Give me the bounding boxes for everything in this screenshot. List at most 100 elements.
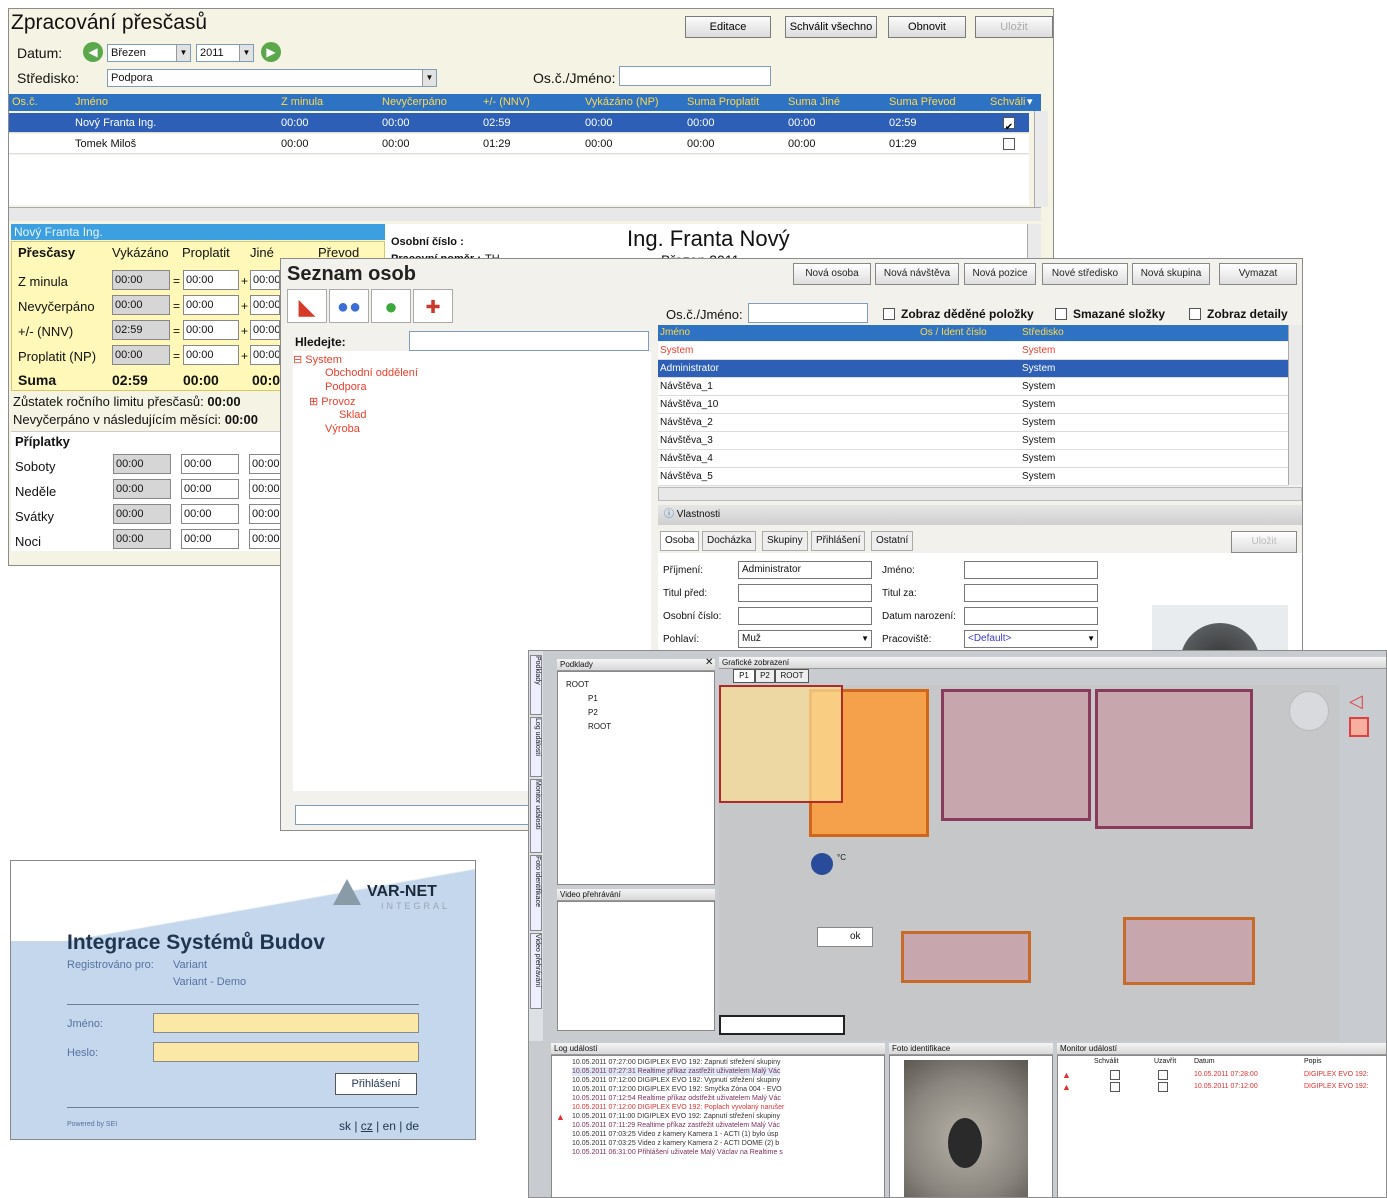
gender-select[interactable]: Muž ▼ — [738, 630, 872, 648]
edit-button[interactable]: Editace — [685, 16, 771, 38]
tree-item[interactable]: P2 — [588, 708, 598, 717]
log-entry[interactable]: 10.05.2011 07:12:54 Realtime příkaz odst… — [572, 1094, 781, 1103]
refresh-button[interactable]: Obnovit — [888, 16, 966, 38]
log-entry[interactable]: 10.05.2011 07:12:00 DIGIPLEX EVO 192: Po… — [572, 1103, 784, 1112]
grid-scrollbar[interactable] — [1034, 111, 1048, 207]
details-checkbox[interactable] — [1189, 308, 1201, 320]
pay-field[interactable]: 00:00 — [183, 345, 239, 365]
col-approve[interactable]: Schválit — [1094, 1058, 1119, 1065]
lang-sk[interactable]: sk — [339, 1119, 351, 1133]
approve-all-button[interactable]: Schválit všechno — [785, 16, 877, 38]
bonus-field[interactable]: 00:00 — [249, 529, 283, 549]
search-input[interactable] — [619, 66, 771, 86]
filter-input[interactable] — [748, 303, 868, 323]
tree-item[interactable]: Obchodní oddělení — [325, 367, 418, 379]
password-input[interactable] — [153, 1042, 419, 1062]
col-name[interactable]: Jméno — [75, 94, 108, 111]
temp-ok-button[interactable]: ok — [817, 927, 873, 947]
close-checkbox[interactable] — [1158, 1070, 1168, 1080]
pay-field[interactable]: 00:00 — [183, 320, 239, 340]
tree-item-provoz[interactable]: ⊞ Provoz — [309, 395, 356, 408]
other-field[interactable]: 00:00 — [250, 295, 280, 315]
new-group-button[interactable]: Nová skupina — [1132, 263, 1210, 285]
tree-item[interactable]: Podpora — [325, 381, 367, 393]
grid-h-scrollbar[interactable] — [9, 207, 1041, 221]
title-before-field[interactable] — [738, 584, 872, 602]
tree-item[interactable]: ROOT — [566, 680, 589, 689]
minimap-viewport[interactable] — [719, 685, 843, 803]
approve-checkbox[interactable] — [1110, 1082, 1120, 1092]
col-nevycerpano[interactable]: Nevyčerpáno — [382, 94, 447, 111]
persons-h-scrollbar[interactable] — [658, 487, 1302, 501]
table-row[interactable]: Návštěva_10 System — [658, 396, 1288, 414]
room-purple[interactable] — [1123, 917, 1255, 985]
table-row[interactable]: Tomek Miloš 00:00 00:00 01:29 00:00 00:0… — [9, 134, 1029, 154]
col-suma-proplatit[interactable]: Suma Proplatit — [687, 94, 759, 111]
col-vykazano[interactable]: Vykázáno (NP) — [585, 94, 659, 111]
tab-skupiny[interactable]: Skupiny — [762, 531, 808, 551]
bonus-field[interactable]: 00:00 — [181, 454, 239, 474]
col-suma-jine[interactable]: Suma Jiné — [788, 94, 840, 111]
persons-scrollbar[interactable] — [1288, 325, 1302, 485]
bonus-field[interactable]: 00:00 — [181, 529, 239, 549]
username-input[interactable] — [153, 1013, 419, 1033]
close-icon[interactable]: ✕ — [705, 657, 713, 668]
log-entry[interactable]: 10.05.2011 07:27:00 DIGIPLEX EVO 192: Za… — [572, 1058, 780, 1067]
deleted-checkbox[interactable] — [1055, 308, 1067, 320]
tree-root[interactable]: ⊟ System — [293, 353, 342, 366]
visitor-icon[interactable]: ✚ — [413, 289, 453, 323]
bonus-field[interactable]: 00:00 — [181, 479, 239, 499]
col-center[interactable]: Středisko — [1022, 325, 1064, 341]
shoe-icon[interactable]: ◣ — [287, 289, 327, 323]
thermometer-icon[interactable] — [811, 853, 833, 875]
other-field[interactable]: 00:00 — [250, 270, 280, 290]
table-row[interactable]: Administrator System — [658, 360, 1288, 378]
log-entry[interactable]: 10.05.2011 07:03:25 Video z kamery Kamer… — [572, 1130, 778, 1139]
col-close[interactable]: Uzavřít — [1154, 1058, 1176, 1065]
tab-prihlaseni[interactable]: Přihlášení — [811, 531, 866, 551]
center-select[interactable]: Podpora ▼ — [107, 69, 437, 87]
bonus-field[interactable]: 00:00 — [249, 504, 283, 524]
pan-control-icon[interactable] — [1289, 691, 1329, 731]
col-nnv[interactable]: +/- (NNV) — [483, 94, 530, 111]
person-search-input[interactable] — [409, 331, 649, 351]
next-month-icon[interactable]: ▶ — [261, 42, 281, 62]
lang-cz[interactable]: cz — [361, 1119, 373, 1133]
approve-checkbox[interactable]: ✔ — [1003, 117, 1015, 133]
tab-root[interactable]: ROOT — [775, 669, 809, 683]
log-entry[interactable]: 10.05.2011 07:12:00 DIGIPLEX EVO 192: Sm… — [572, 1085, 782, 1094]
close-checkbox[interactable] — [1158, 1082, 1168, 1092]
col-schvaleno[interactable]: Schváli — [990, 94, 1025, 111]
col-date[interactable]: Datum — [1194, 1058, 1215, 1065]
room-purple[interactable] — [901, 931, 1031, 983]
other-field[interactable]: 00:00 — [250, 345, 280, 365]
personal-no-field[interactable] — [738, 607, 872, 625]
lang-de[interactable]: de — [406, 1119, 419, 1133]
surname-field[interactable]: Administrator — [738, 561, 872, 579]
group-icon[interactable]: ●● — [329, 289, 369, 323]
table-row[interactable]: Návštěva_3 System — [658, 432, 1288, 450]
approve-checkbox[interactable] — [1110, 1070, 1120, 1080]
login-button[interactable]: Přihlášení — [335, 1073, 417, 1095]
tab-events[interactable]: Monitor událostí — [530, 779, 542, 853]
col-suma-prevod[interactable]: Suma Převod — [889, 94, 956, 111]
col-ident[interactable]: Os / Ident číslo — [920, 325, 987, 341]
lang-en[interactable]: en — [383, 1119, 396, 1133]
alarm-icon[interactable]: ◁ — [1349, 691, 1363, 712]
room-purple[interactable] — [941, 689, 1091, 821]
month-select[interactable]: Březen ▼ — [107, 44, 191, 62]
table-row[interactable]: Návštěva_2 System — [658, 414, 1288, 432]
birth-field[interactable] — [964, 607, 1098, 625]
title-after-field[interactable] — [964, 584, 1098, 602]
tab-video[interactable]: Video přehrávání — [530, 933, 542, 1009]
tree-item[interactable]: Sklad — [339, 409, 367, 421]
tree-item[interactable]: Výroba — [325, 423, 360, 435]
pay-field[interactable]: 00:00 — [183, 270, 239, 290]
prev-month-icon[interactable]: ◀ — [83, 42, 103, 62]
floor-plan[interactable]: °C ok — [719, 685, 1339, 1041]
name-field[interactable] — [964, 561, 1098, 579]
tab-osoba[interactable]: Osoba — [660, 531, 700, 551]
year-select[interactable]: 2011 ▼ — [196, 44, 254, 62]
new-center-button[interactable]: Nové středisko — [1042, 263, 1128, 285]
delete-button[interactable]: Vymazat — [1219, 263, 1297, 285]
